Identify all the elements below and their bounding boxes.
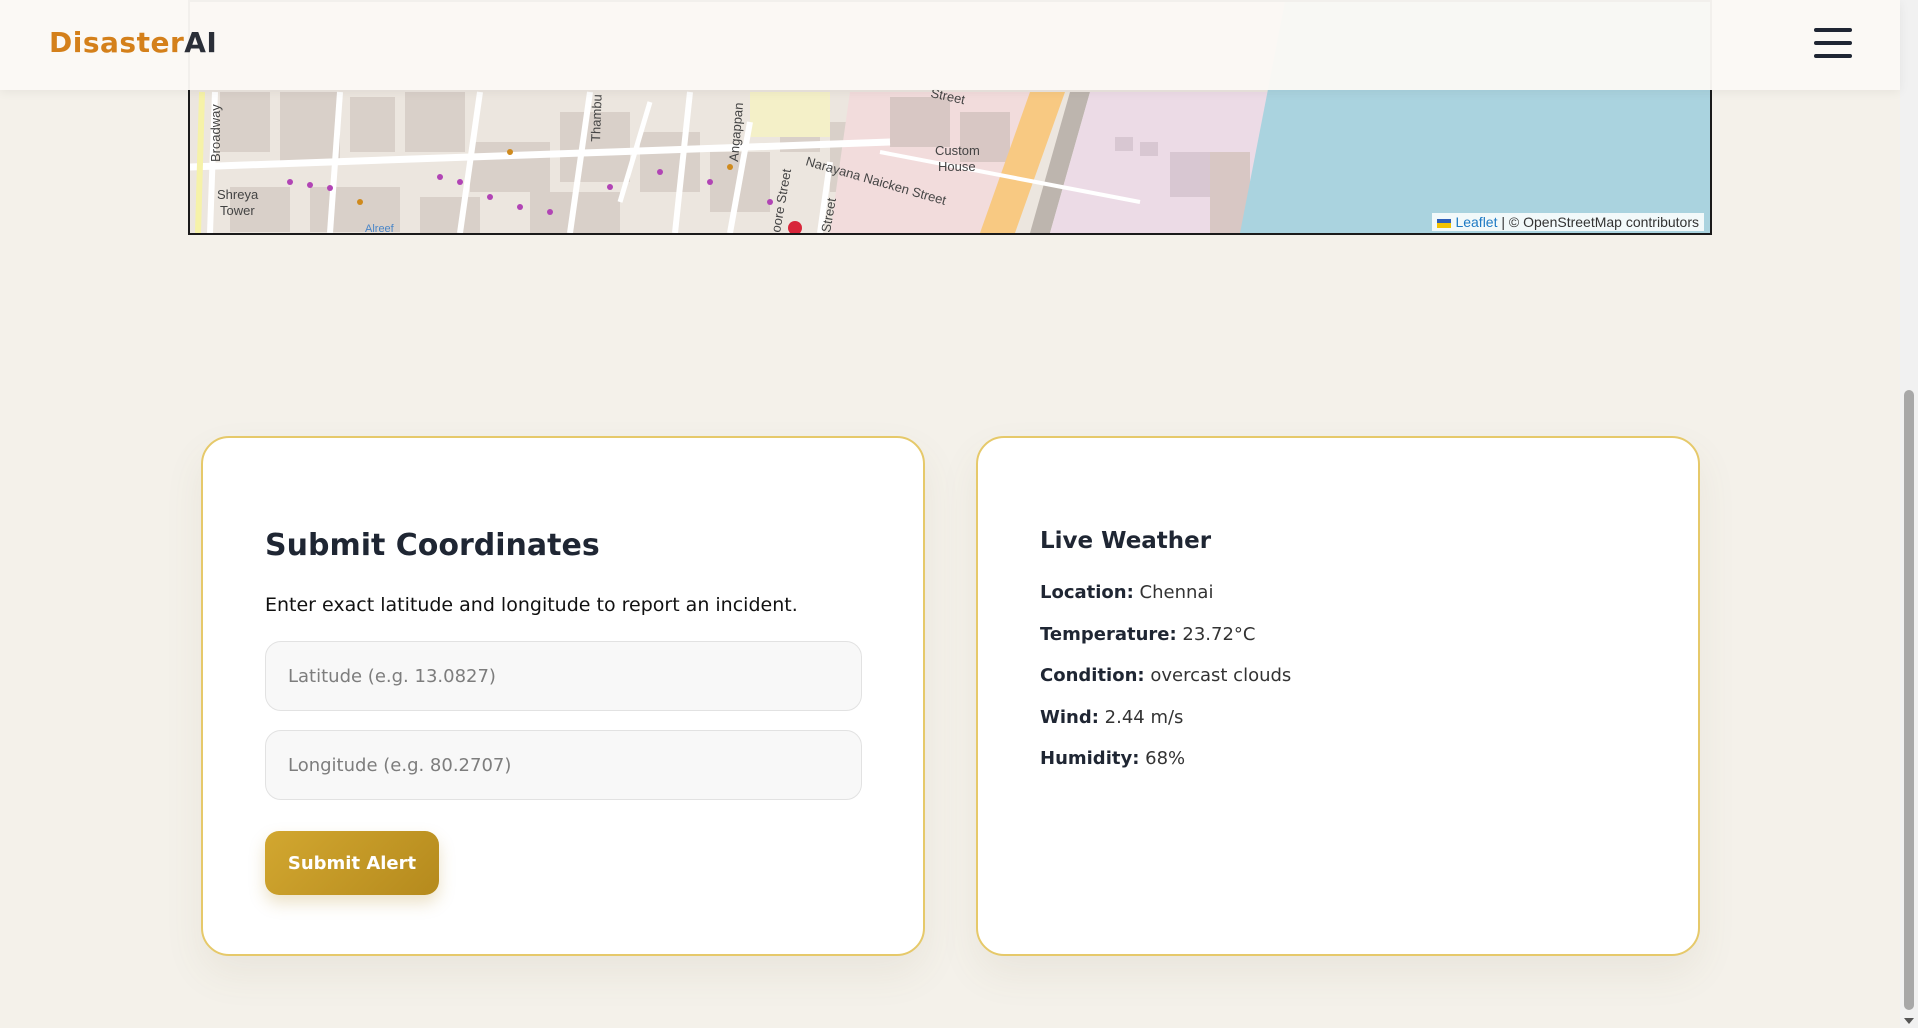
svg-text:Shreya: Shreya: [217, 187, 259, 202]
brand-logo[interactable]: DisasterAI: [49, 26, 217, 59]
weather-condition-value: overcast clouds: [1150, 665, 1292, 686]
top-navbar: DisasterAI: [0, 0, 1900, 90]
map-attribution: Leaflet | © OpenStreetMap contributors: [1432, 213, 1704, 231]
hamburger-menu-icon[interactable]: [1814, 26, 1852, 60]
svg-text:Tower: Tower: [220, 203, 255, 218]
weather-wind-value: 2.44 m/s: [1104, 707, 1184, 728]
map-label-broadway: Broadway: [208, 104, 223, 162]
leaflet-link[interactable]: Leaflet: [1455, 214, 1497, 230]
svg-text:Custom: Custom: [935, 143, 980, 158]
page-scrollbar[interactable]: [1900, 0, 1918, 1028]
submit-alert-button[interactable]: Submit Alert: [265, 831, 439, 895]
weather-title: Live Weather: [1040, 528, 1212, 554]
map-label-alreef: Alreef: [365, 223, 395, 233]
scrollbar-thumb[interactable]: [1904, 390, 1914, 1010]
scroll-down-arrow-icon[interactable]: [1904, 1018, 1914, 1024]
submit-coordinates-card: Submit Coordinates Enter exact latitude …: [201, 436, 925, 956]
live-weather-card: Live Weather Location: Chennai Temperatu…: [976, 436, 1700, 956]
map-label-thambu: Thambu: [588, 94, 605, 142]
weather-condition-row: Condition: overcast clouds: [1040, 665, 1291, 686]
weather-location-row: Location: Chennai: [1040, 582, 1213, 603]
weather-wind-label: Wind:: [1040, 707, 1099, 728]
map-label-house: House: [938, 159, 976, 174]
ukraine-flag-icon: [1437, 218, 1452, 228]
weather-humidity-value: 68%: [1145, 748, 1186, 769]
map-label-custom: Custom: [935, 143, 980, 158]
brand-name-part2: AI: [184, 26, 218, 59]
weather-location-label: Location:: [1040, 582, 1134, 603]
osm-attribution-text: | © OpenStreetMap contributors: [1501, 214, 1699, 230]
brand-name-part1: Disaster: [49, 26, 185, 59]
svg-text:Thambu: Thambu: [588, 94, 605, 142]
weather-temperature-label: Temperature:: [1040, 624, 1177, 645]
map-label-tower: Tower: [220, 203, 255, 218]
svg-text:Broadway: Broadway: [208, 104, 223, 162]
map-label-shreya: Shreya: [217, 187, 259, 202]
svg-text:House: House: [938, 159, 976, 174]
weather-location-value: Chennai: [1139, 582, 1214, 603]
weather-temperature-value: 23.72°C: [1182, 624, 1256, 645]
form-description: Enter exact latitude and longitude to re…: [265, 594, 798, 616]
latitude-input[interactable]: [265, 641, 862, 711]
svg-text:Alreef: Alreef: [365, 223, 395, 233]
weather-humidity-label: Humidity:: [1040, 748, 1140, 769]
form-title: Submit Coordinates: [265, 528, 600, 563]
weather-humidity-row: Humidity: 68%: [1040, 748, 1185, 769]
longitude-input[interactable]: [265, 730, 862, 800]
weather-temperature-row: Temperature: 23.72°C: [1040, 624, 1256, 645]
weather-condition-label: Condition:: [1040, 665, 1145, 686]
weather-wind-row: Wind: 2.44 m/s: [1040, 707, 1183, 728]
